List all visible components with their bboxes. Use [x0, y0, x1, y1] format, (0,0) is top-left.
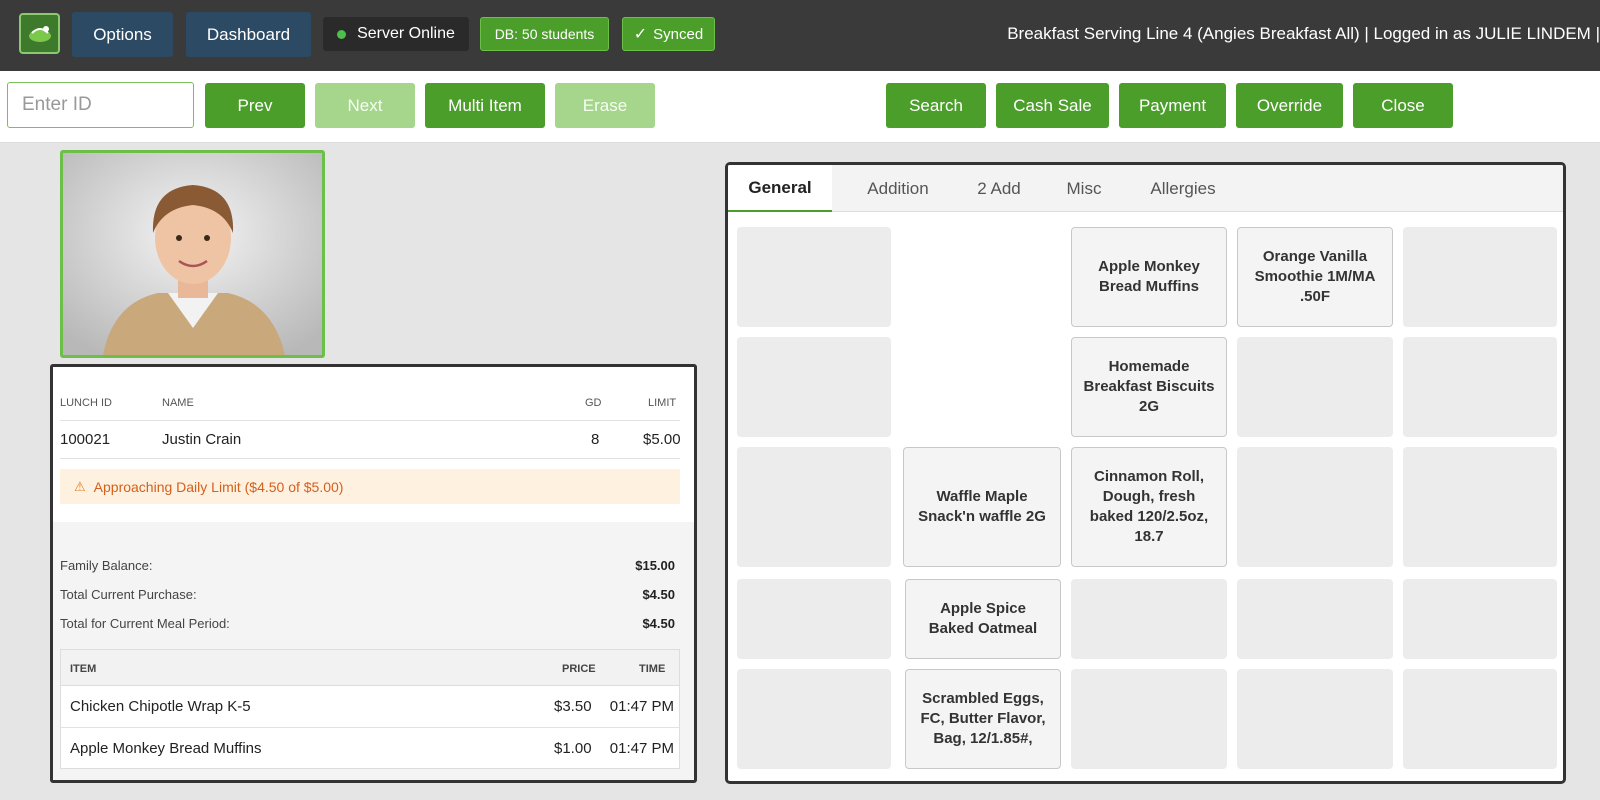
- price-header: PRICE: [562, 663, 596, 675]
- empty-menu-slot: [1071, 579, 1227, 659]
- limit-warning: ⚠ Approaching Daily Limit ($4.50 of $5.0…: [60, 469, 680, 504]
- empty-menu-slot: [1403, 447, 1557, 567]
- lunch-id-header: LUNCH ID: [60, 397, 112, 409]
- options-button[interactable]: Options: [72, 12, 173, 57]
- purchase-table: ITEM PRICE TIME Chicken Chipotle Wrap K-…: [60, 649, 680, 769]
- empty-menu-slot: [1237, 579, 1393, 659]
- menu-item-orange-vanilla-smoothie[interactable]: Orange Vanilla Smoothie 1M/MA .50F: [1237, 227, 1393, 327]
- empty-menu-slot: [1237, 337, 1393, 437]
- empty-menu-slot: [737, 669, 891, 769]
- action-bar: Prev Next Multi Item Erase Search Cash S…: [0, 71, 1600, 143]
- current-purchase-label: Total Current Purchase:: [60, 587, 197, 602]
- student-id-input[interactable]: [7, 82, 194, 128]
- sync-status-label: Synced: [653, 25, 704, 43]
- student-name: Justin Crain: [162, 431, 242, 448]
- sync-status-badge: ✓ Synced: [622, 17, 715, 51]
- student-limit: $5.00: [643, 431, 681, 448]
- checkmark-icon: ✓: [633, 26, 648, 43]
- db-status-badge: DB: 50 students: [480, 17, 609, 51]
- tab-allergies[interactable]: Allergies: [1133, 165, 1233, 212]
- erase-button[interactable]: Erase: [555, 83, 655, 128]
- empty-menu-slot: [1237, 447, 1393, 567]
- empty-menu-slot: [1403, 669, 1557, 769]
- purchase-table-header: ITEM PRICE TIME: [61, 650, 679, 686]
- purchase-item: Chicken Chipotle Wrap K-5: [70, 698, 251, 715]
- divider: [60, 420, 680, 421]
- menu-item-scrambled-eggs[interactable]: Scrambled Eggs, FC, Butter Flavor, Bag, …: [905, 669, 1061, 769]
- student-info-panel: LUNCH ID NAME GD LIMIT 100021 Justin Cra…: [50, 364, 697, 783]
- tab-addition[interactable]: Addition: [839, 165, 957, 212]
- serving-line-info: Breakfast Serving Line 4 (Angies Breakfa…: [1007, 24, 1600, 43]
- menu-item-waffle-maple[interactable]: Waffle Maple Snack'n waffle 2G: [903, 447, 1061, 567]
- name-header: NAME: [162, 397, 194, 409]
- menu-tabs: General Addition 2 Add Misc Allergies: [728, 165, 1563, 212]
- menu-item-apple-monkey-bread[interactable]: Apple Monkey Bread Muffins: [1071, 227, 1227, 327]
- empty-menu-slot: [1403, 227, 1557, 327]
- meal-period-label: Total for Current Meal Period:: [60, 616, 230, 631]
- override-button[interactable]: Override: [1236, 83, 1343, 128]
- empty-menu-slot: [737, 337, 891, 437]
- dashboard-button[interactable]: Dashboard: [186, 12, 311, 57]
- empty-menu-slot: [737, 579, 891, 659]
- student-grade: 8: [591, 431, 600, 448]
- family-balance-value: $15.00: [635, 558, 675, 573]
- purchase-price: $3.50: [554, 698, 592, 715]
- tab-general[interactable]: General: [728, 165, 832, 212]
- divider: [61, 727, 679, 728]
- multi-item-button[interactable]: Multi Item: [425, 83, 545, 128]
- tab-misc[interactable]: Misc: [1044, 165, 1124, 212]
- close-button[interactable]: Close: [1353, 83, 1453, 128]
- time-header: TIME: [639, 663, 666, 675]
- purchase-time: 01:47 PM: [609, 698, 674, 715]
- meal-period-value: $4.50: [642, 616, 675, 631]
- empty-menu-slot: [1403, 337, 1557, 437]
- status-dot-icon: [337, 29, 347, 39]
- app-logo-icon[interactable]: [19, 13, 60, 54]
- divider: [60, 458, 680, 459]
- empty-menu-slot: [1403, 579, 1557, 659]
- server-status-label: Server Online: [357, 25, 455, 42]
- empty-menu-slot: [737, 227, 891, 327]
- cash-sale-button[interactable]: Cash Sale: [996, 83, 1109, 128]
- menu-item-breakfast-biscuits[interactable]: Homemade Breakfast Biscuits 2G: [1071, 337, 1227, 437]
- tab-2-add[interactable]: 2 Add: [953, 165, 1045, 212]
- menu-panel: General Addition 2 Add Misc Allergies Ap…: [725, 162, 1566, 784]
- limit-header: LIMIT: [648, 397, 677, 409]
- limit-warning-text: Approaching Daily Limit ($4.50 of $5.00): [93, 478, 344, 495]
- purchase-item: Apple Monkey Bread Muffins: [70, 740, 262, 757]
- student-summary: LUNCH ID NAME GD LIMIT 100021 Justin Cra…: [53, 367, 694, 522]
- purchase-time: 01:47 PM: [609, 740, 674, 757]
- item-header: ITEM: [70, 663, 97, 675]
- student-photo: [60, 150, 325, 358]
- grade-header: GD: [585, 397, 602, 409]
- empty-menu-slot: [737, 447, 891, 567]
- top-bar: Options Dashboard Server Online DB: 50 s…: [0, 0, 1600, 71]
- warning-triangle-icon: ⚠: [74, 478, 86, 494]
- purchase-price: $1.00: [554, 740, 592, 757]
- family-balance-label: Family Balance:: [60, 558, 153, 573]
- menu-item-baked-oatmeal[interactable]: Apple Spice Baked Oatmeal: [905, 579, 1061, 659]
- current-purchase-value: $4.50: [642, 587, 675, 602]
- server-status: Server Online: [323, 17, 469, 51]
- prev-button[interactable]: Prev: [205, 83, 305, 128]
- menu-item-cinnamon-roll[interactable]: Cinnamon Roll, Dough, fresh baked 120/2.…: [1071, 447, 1227, 567]
- empty-menu-slot: [1071, 669, 1227, 769]
- student-lunch-id: 100021: [60, 431, 111, 448]
- next-button[interactable]: Next: [315, 83, 415, 128]
- payment-button[interactable]: Payment: [1119, 83, 1226, 128]
- empty-menu-slot: [1237, 669, 1393, 769]
- search-button[interactable]: Search: [886, 83, 986, 128]
